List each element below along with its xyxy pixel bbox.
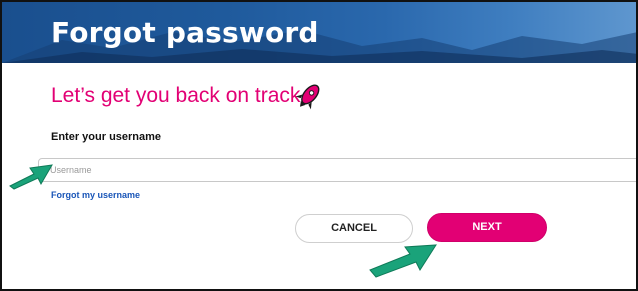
forgot-password-window: Forgot password Let’s get you back on tr… (0, 0, 638, 291)
page-title: Forgot password (51, 16, 319, 49)
next-button[interactable]: NEXT (427, 213, 547, 242)
rocket-icon (295, 84, 320, 110)
annotation-arrow-icon (369, 244, 437, 278)
header-banner: Forgot password (2, 2, 636, 63)
username-label: Enter your username (51, 131, 162, 143)
forgot-username-link[interactable]: Forgot my username (51, 190, 140, 200)
annotation-arrow-icon (9, 164, 53, 190)
username-input[interactable] (38, 158, 636, 182)
subtitle: Let’s get you back on track (51, 84, 301, 107)
